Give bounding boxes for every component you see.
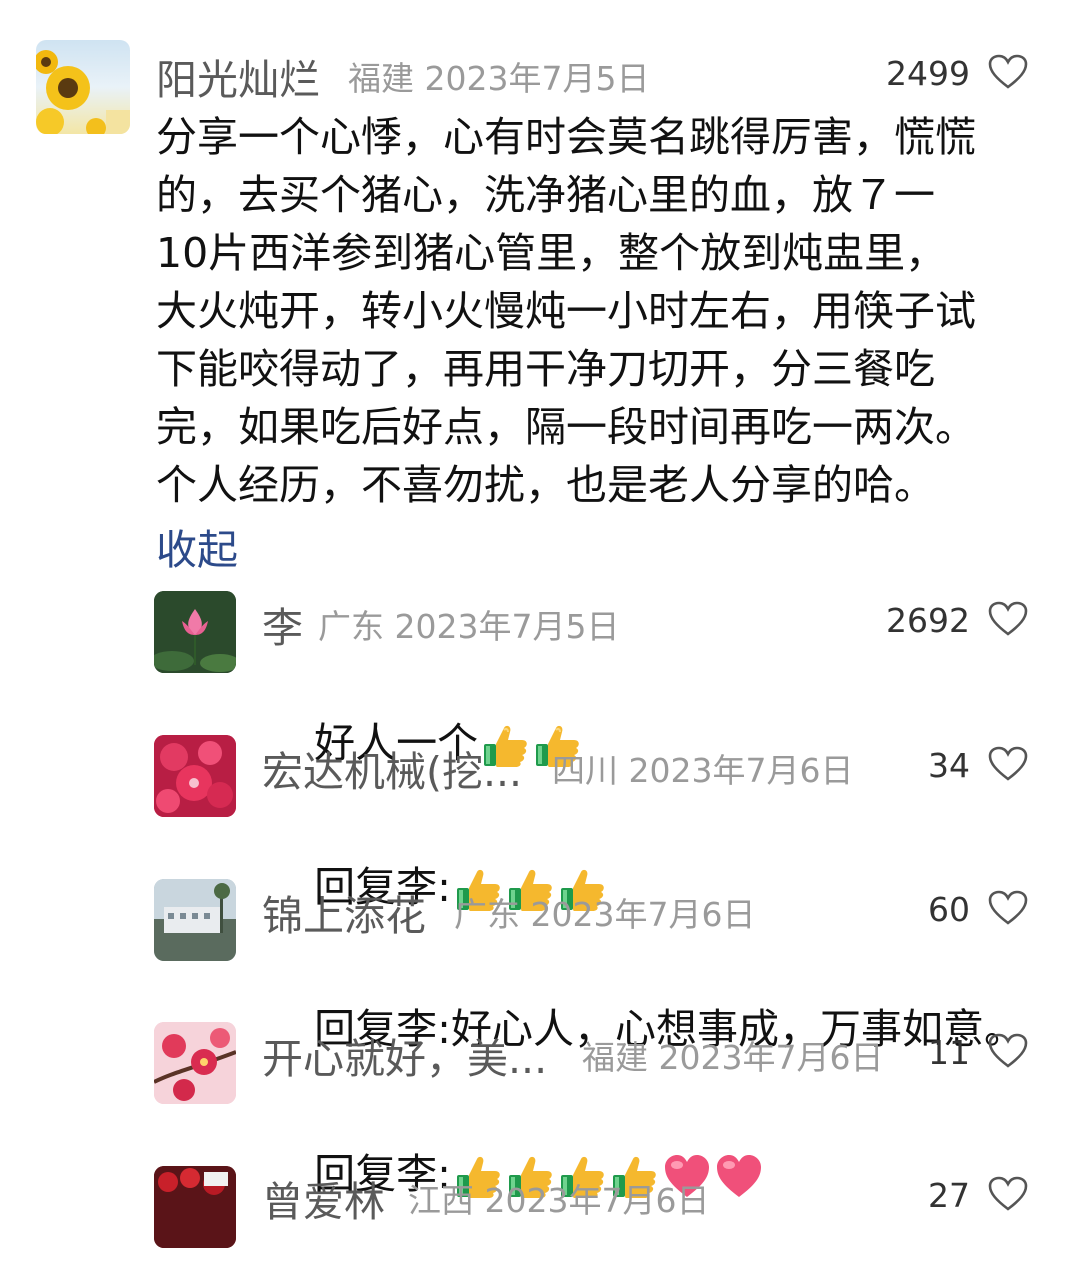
reply-date: 2023年7月6日 [484,1181,710,1220]
reply-region: 广东 [454,895,520,934]
reply-author[interactable]: 李 [262,594,303,654]
comment-text-line: 10片西洋参到猪心管里，整个放到炖盅里， [156,229,947,277]
reply-date: 2023年7月6日 [530,895,756,934]
avatar[interactable] [154,1022,236,1104]
comment-author[interactable]: 阳光灿烂 [156,46,320,106]
reply-author[interactable]: 曾爱林 [262,1168,385,1228]
like-count: 2499 [886,54,970,93]
sunflower-icon [36,50,130,134]
like-heart-icon[interactable] [988,1176,1028,1212]
like-heart-icon[interactable] [988,54,1028,90]
like-count: 2692 [886,601,970,640]
like-count: 11 [928,1033,970,1072]
lotus-icon [154,591,236,673]
comment-text-line: 下能咬得动了，再用干净刀切开，分三餐吃 [156,345,935,393]
comment-text-line: 的，去买个猪心，洗净猪心里的血，放７一 [156,171,935,219]
like-count: 34 [928,746,970,785]
reply-author[interactable]: 锦上添花 [262,882,426,942]
reply-meta: 四川 2023年7月6日 [552,744,853,792]
comment-text-line: 个人经历，不喜勿扰，也是老人分享的哈。 [156,461,935,509]
like-heart-icon[interactable] [988,1033,1028,1069]
like-heart-icon[interactable] [988,746,1028,782]
reply-region: 广东 [318,607,384,646]
avatar[interactable] [36,40,130,134]
comment-text-line: 大火炖开，转小火慢炖一小时左右，用筷子试 [156,287,976,335]
comment-text-line: 完，如果吃后好点，隔一段时间再吃一两次。 [156,403,976,451]
reply-author[interactable]: 开心就好，美... [262,1025,547,1085]
reply-meta: 福建 2023年7月6日 [582,1031,883,1079]
reply-meta: 广东 2023年7月5日 [318,600,619,648]
like-count: 27 [928,1176,970,1215]
building-icon [154,879,236,961]
avatar[interactable] [154,879,236,961]
roses-icon [154,1166,236,1248]
avatar[interactable] [154,1166,236,1248]
avatar[interactable] [154,735,236,817]
heart-emoji-icon [716,1155,761,1197]
avatar[interactable] [154,591,236,673]
collapse-button[interactable]: 收起 [156,516,238,576]
like-heart-icon[interactable] [988,890,1028,926]
comment-region: 福建 [348,59,414,98]
reply-region: 四川 [552,751,618,790]
reply-region: 江西 [408,1181,474,1220]
like-heart-icon[interactable] [988,601,1028,637]
plum-blossom-icon [154,1022,236,1104]
red-flower-icon [154,735,236,817]
like-count: 60 [928,890,970,929]
reply-date: 2023年7月6日 [628,751,854,790]
reply-meta: 江西 2023年7月6日 [408,1174,709,1222]
reply-meta: 广东 2023年7月6日 [454,888,755,936]
comment-text-line: 分享一个心悸，心有时会莫名跳得厉害，慌慌 [156,113,976,161]
reply-region: 福建 [582,1038,648,1077]
reply-author[interactable]: 宏达机械(挖... [262,738,522,798]
reply-date: 2023年7月6日 [658,1038,884,1077]
comment-date: 2023年7月5日 [424,59,650,98]
reply-date: 2023年7月5日 [394,607,620,646]
comment-meta: 福建 2023年7月5日 [348,52,649,100]
